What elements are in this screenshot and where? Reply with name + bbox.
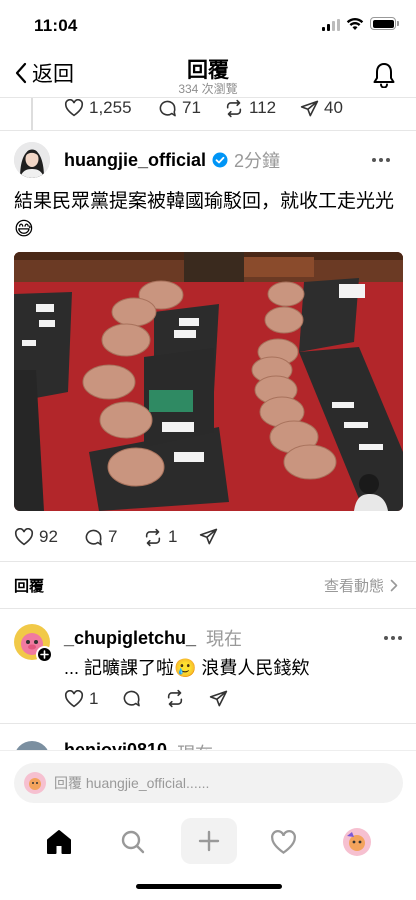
view-count: 334 次瀏覽 (178, 82, 238, 96)
chamber-photo (14, 252, 403, 511)
heart-icon (64, 99, 84, 117)
parent-like-count: 1,255 (89, 98, 132, 117)
wifi-icon (346, 18, 364, 30)
profile-icon (343, 828, 371, 856)
avatar[interactable] (14, 142, 50, 178)
reply-repost-button[interactable] (165, 689, 185, 708)
parent-repost-count: 112 (249, 98, 277, 117)
user-avatar-icon (24, 772, 46, 794)
post-text: 結果民眾黨提案被韓國瑜駁回，就收工走光光😅 (14, 191, 395, 240)
post-username[interactable]: huangjie_official (64, 150, 206, 171)
tab-bar (0, 812, 416, 870)
replies-label: 回覆 (14, 578, 45, 595)
comment-icon (85, 529, 102, 545)
view-activity-link[interactable]: 查看動態 (324, 575, 398, 596)
plus-icon (198, 830, 220, 852)
reply-like-button[interactable]: 1 (64, 689, 98, 709)
parent-share-button[interactable]: 40 (300, 98, 343, 118)
status-time: 11:04 (34, 16, 78, 35)
notification-bell-icon[interactable] (372, 62, 396, 88)
share-icon (199, 528, 218, 545)
tab-home[interactable] (33, 816, 85, 868)
heart-icon (64, 690, 84, 708)
parent-comment-count: 71 (182, 98, 201, 117)
search-icon (121, 830, 145, 854)
parent-divider (0, 130, 416, 131)
post-time: 2分鐘 (234, 151, 281, 171)
post-image[interactable] (14, 252, 403, 511)
nav-divider (0, 97, 416, 98)
post-repost-count: 1 (168, 527, 178, 546)
home-icon (47, 830, 71, 854)
share-icon (209, 690, 228, 707)
repost-icon (226, 99, 242, 117)
post-comment-button[interactable]: 7 (84, 527, 117, 547)
reply-like-count: 1 (89, 689, 99, 708)
repost-icon (167, 689, 183, 708)
status-bar: 11:04 (0, 0, 416, 50)
comment-icon (123, 690, 140, 707)
parent-like-button[interactable]: 1,255 (64, 98, 132, 118)
tab-search[interactable] (107, 816, 159, 868)
parent-comment-button[interactable]: 71 (158, 98, 201, 118)
post-comment-count: 7 (108, 527, 118, 546)
avatar-portrait (14, 142, 50, 178)
tab-activity[interactable] (257, 816, 309, 868)
chevron-right-icon (390, 579, 398, 592)
reply-input[interactable]: 回覆 huangjie_official...... (14, 763, 403, 803)
reply-share-button[interactable] (209, 689, 228, 708)
reply-input-placeholder: 回覆 huangjie_official...... (54, 775, 210, 791)
post-like-button[interactable]: 92 (14, 527, 58, 547)
verified-badge-icon (212, 152, 228, 168)
post-repost-button[interactable]: 1 (143, 527, 177, 547)
thread-line (31, 98, 33, 130)
tab-create[interactable] (181, 818, 237, 864)
repost-icon (145, 528, 161, 546)
battery-icon (370, 17, 399, 30)
cellular-signal-icon (322, 19, 342, 31)
reply-username[interactable]: _chupigletchu_ (64, 628, 196, 649)
heart-icon (14, 528, 34, 546)
post-like-count: 92 (39, 527, 58, 546)
comment-icon (159, 100, 176, 116)
follow-plus-icon[interactable] (36, 646, 53, 663)
reply-avatar[interactable] (14, 624, 53, 663)
post-divider (0, 561, 416, 562)
view-activity-label: 查看動態 (323, 578, 384, 595)
reply-text: ... 記曠課了啦🥲 浪費人民錢欸 (64, 658, 310, 678)
heart-icon (270, 829, 296, 854)
tab-profile[interactable] (331, 816, 383, 868)
reply-comment-button[interactable] (122, 689, 141, 708)
next-reply-peek: henjoyi0810 現在 (0, 733, 416, 751)
reply-time: 現在 (206, 629, 243, 649)
home-indicator (136, 884, 282, 889)
parent-share-count: 40 (324, 98, 343, 117)
nav-bar: 返回 回覆 334 次瀏覽 (0, 50, 416, 98)
parent-repost-button[interactable]: 112 (224, 98, 276, 118)
post-share-button[interactable] (199, 527, 218, 546)
share-icon (300, 100, 319, 116)
reply-divider (0, 723, 416, 724)
reply-more-icon[interactable] (384, 636, 402, 640)
replies-divider (0, 608, 416, 609)
post-more-icon[interactable] (372, 158, 390, 162)
